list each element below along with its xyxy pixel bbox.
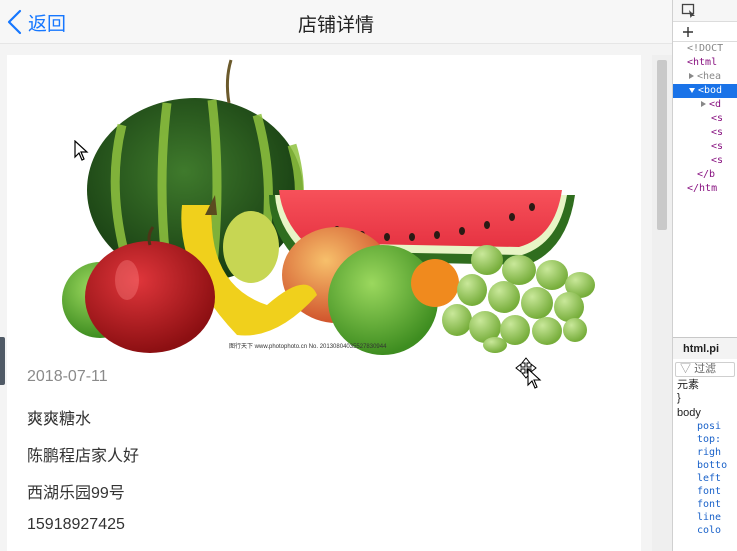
closing-brace: }	[677, 392, 681, 404]
collapse-triangle-icon[interactable]	[689, 88, 695, 93]
dom-node-label: <bod	[698, 85, 723, 96]
add-rule-icon[interactable]	[682, 26, 694, 38]
css-property[interactable]: font	[673, 498, 737, 511]
page-title: 店铺详情	[297, 15, 374, 36]
devtools-panel: <!DOCT <html <hea <bod <d <s <s <s <s </…	[672, 0, 737, 551]
vertical-scrollbar[interactable]	[652, 55, 672, 551]
css-property[interactable]: botto	[673, 459, 737, 472]
side-handle[interactable]	[0, 337, 5, 385]
css-property[interactable]: line	[673, 511, 737, 524]
shop-owner: 陈鹏程店家人好	[27, 448, 140, 465]
dom-node-label: <d	[709, 99, 722, 110]
fruit-image	[62, 59, 595, 355]
filter-placeholder: 过滤	[694, 363, 717, 375]
shop-address: 西湖乐园99号	[27, 485, 125, 502]
dom-node-label: <hea	[697, 71, 722, 82]
nav-bar: 返回 店铺详情	[0, 0, 672, 44]
shop-date: 2018-07-11	[27, 368, 108, 385]
css-selector[interactable]: body	[673, 407, 737, 420]
dom-node[interactable]: </b	[673, 168, 737, 182]
dom-node-label: <s	[711, 113, 724, 124]
shop-name: 爽爽糖水	[27, 411, 92, 428]
dom-node-label: </htm	[687, 183, 718, 194]
element-style-header: 元素	[673, 379, 737, 392]
devtools-subtoolbar	[673, 22, 737, 42]
expand-triangle-icon[interactable]	[701, 101, 706, 107]
screen: 返回 店铺详情 图行天下 www.photophoto.cn No. 20130…	[0, 0, 737, 551]
dom-node[interactable]: <!DOCT	[673, 42, 737, 56]
css-property[interactable]: left	[673, 472, 737, 485]
devtools-toolbar	[673, 0, 737, 22]
css-property[interactable]: posi	[673, 420, 737, 433]
expand-triangle-icon[interactable]	[689, 73, 694, 79]
inspect-element-icon[interactable]	[681, 3, 697, 19]
element-style-label: 元素	[677, 379, 699, 391]
styles-filter-input[interactable]: ▽ 过滤	[675, 362, 735, 377]
phone-view: 返回 店铺详情 图行天下 www.photophoto.cn No. 20130…	[0, 0, 672, 551]
scrollbar-thumb[interactable]	[657, 60, 667, 230]
devtools-file-bar: html.pi	[673, 337, 737, 359]
dom-node[interactable]: <s	[673, 154, 737, 168]
dom-node[interactable]: <s	[673, 126, 737, 140]
dom-node-label: <html	[687, 57, 718, 68]
dom-node-label: <!DOCT	[687, 43, 724, 54]
dom-node-label: <s	[711, 141, 724, 152]
dom-node[interactable]: </htm	[673, 182, 737, 196]
css-property[interactable]: font	[673, 485, 737, 498]
dom-node[interactable]: <d	[673, 98, 737, 112]
arrow-cursor-icon	[74, 140, 89, 161]
shop-phone[interactable]: 15918927425	[27, 516, 125, 534]
dom-tree: <!DOCT <html <hea <bod <d <s <s <s <s </…	[673, 42, 737, 196]
shop-card: 图行天下 www.photophoto.cn No. 2013080403552…	[7, 55, 641, 551]
file-tab[interactable]: html.pi	[683, 343, 719, 355]
dom-node[interactable]: <html	[673, 56, 737, 70]
css-property[interactable]: righ	[673, 446, 737, 459]
dom-node[interactable]: <hea	[673, 70, 737, 84]
dom-node-label: <s	[711, 127, 724, 138]
dom-node[interactable]: <s	[673, 112, 737, 126]
css-property[interactable]: colo	[673, 524, 737, 537]
dom-node[interactable]: <s	[673, 140, 737, 154]
styles-pane: 元素 } body posi top: righ botto left font…	[673, 379, 737, 537]
dom-node-label: <s	[711, 155, 724, 166]
filter-icon: ▽	[680, 363, 691, 375]
css-property[interactable]: top:	[673, 433, 737, 446]
move-cursor-icon	[515, 357, 542, 389]
dom-node-selected[interactable]: <bod	[673, 84, 737, 98]
dom-node-label: </b	[697, 169, 716, 180]
image-caption: 图行天下 www.photophoto.cn No. 2013080403552…	[229, 344, 387, 350]
